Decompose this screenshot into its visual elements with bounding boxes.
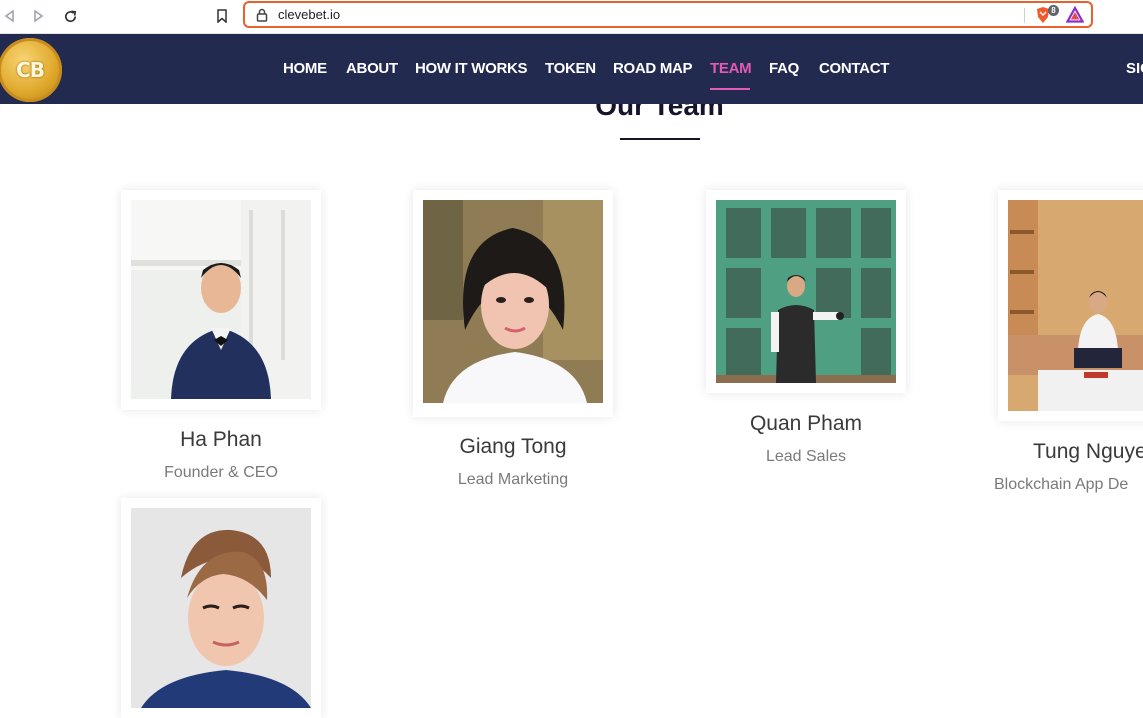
member-role: Founder & CEO bbox=[164, 464, 278, 481]
browser-toolbar: clevebet.io 8 bbox=[0, 0, 1143, 34]
member-photo bbox=[423, 200, 603, 403]
member-role: Blockchain App De bbox=[994, 476, 1129, 493]
member-role: Lead Sales bbox=[765, 448, 847, 465]
team-card bbox=[413, 190, 613, 417]
address-divider bbox=[1024, 8, 1025, 23]
active-nav-underline bbox=[710, 88, 750, 90]
member-photo-image bbox=[716, 200, 896, 383]
member-name: Giang Tong bbox=[459, 435, 567, 458]
member-name: Tung Nguye bbox=[1033, 440, 1143, 463]
nav-faq[interactable]: FAQ bbox=[769, 60, 799, 77]
address-bar[interactable]: clevebet.io 8 bbox=[243, 1, 1093, 28]
member-photo-image bbox=[131, 200, 311, 399]
brave-rewards-icon[interactable] bbox=[1066, 6, 1084, 24]
forward-arrow-icon bbox=[34, 9, 44, 23]
member-photo-image bbox=[131, 508, 311, 708]
forward-button[interactable] bbox=[28, 6, 48, 26]
member-photo bbox=[131, 508, 311, 708]
back-arrow-icon bbox=[4, 9, 14, 23]
lock-icon bbox=[256, 8, 268, 22]
reload-button[interactable] bbox=[60, 6, 80, 26]
member-photo bbox=[716, 200, 896, 383]
site-header: CB HOME ABOUT HOW IT WORKS TOKEN ROAD MA… bbox=[0, 34, 1143, 104]
bookmark-icon bbox=[217, 9, 227, 23]
main-nav: HOME ABOUT HOW IT WORKS TOKEN ROAD MAP T… bbox=[0, 34, 1143, 104]
member-role: Lead Marketing bbox=[457, 471, 569, 488]
member-photo bbox=[131, 200, 311, 399]
team-card bbox=[998, 190, 1143, 421]
reload-icon bbox=[64, 10, 76, 22]
team-card bbox=[121, 190, 321, 410]
shield-count-badge: 8 bbox=[1048, 5, 1059, 16]
bookmark-button[interactable] bbox=[212, 6, 232, 26]
member-name: Quan Pham bbox=[749, 412, 863, 435]
nav-home[interactable]: HOME bbox=[283, 60, 327, 77]
nav-road-map[interactable]: ROAD MAP bbox=[613, 60, 693, 77]
nav-about[interactable]: ABOUT bbox=[346, 60, 398, 77]
title-underline bbox=[620, 138, 700, 140]
nav-how-it-works[interactable]: HOW IT WORKS bbox=[415, 60, 528, 77]
url-text[interactable]: clevebet.io bbox=[278, 7, 340, 22]
member-photo-image bbox=[423, 200, 603, 403]
nav-team[interactable]: TEAM bbox=[710, 60, 752, 77]
nav-contact[interactable]: CONTACT bbox=[819, 60, 889, 77]
nav-token[interactable]: TOKEN bbox=[545, 60, 596, 77]
member-photo bbox=[1008, 200, 1143, 411]
team-card bbox=[706, 190, 906, 393]
member-photo-image bbox=[1008, 200, 1143, 411]
sign-in-link[interactable]: SIG bbox=[1126, 60, 1143, 77]
member-name: Ha Phan bbox=[180, 428, 262, 451]
back-button[interactable] bbox=[0, 6, 20, 26]
team-card bbox=[121, 498, 321, 718]
